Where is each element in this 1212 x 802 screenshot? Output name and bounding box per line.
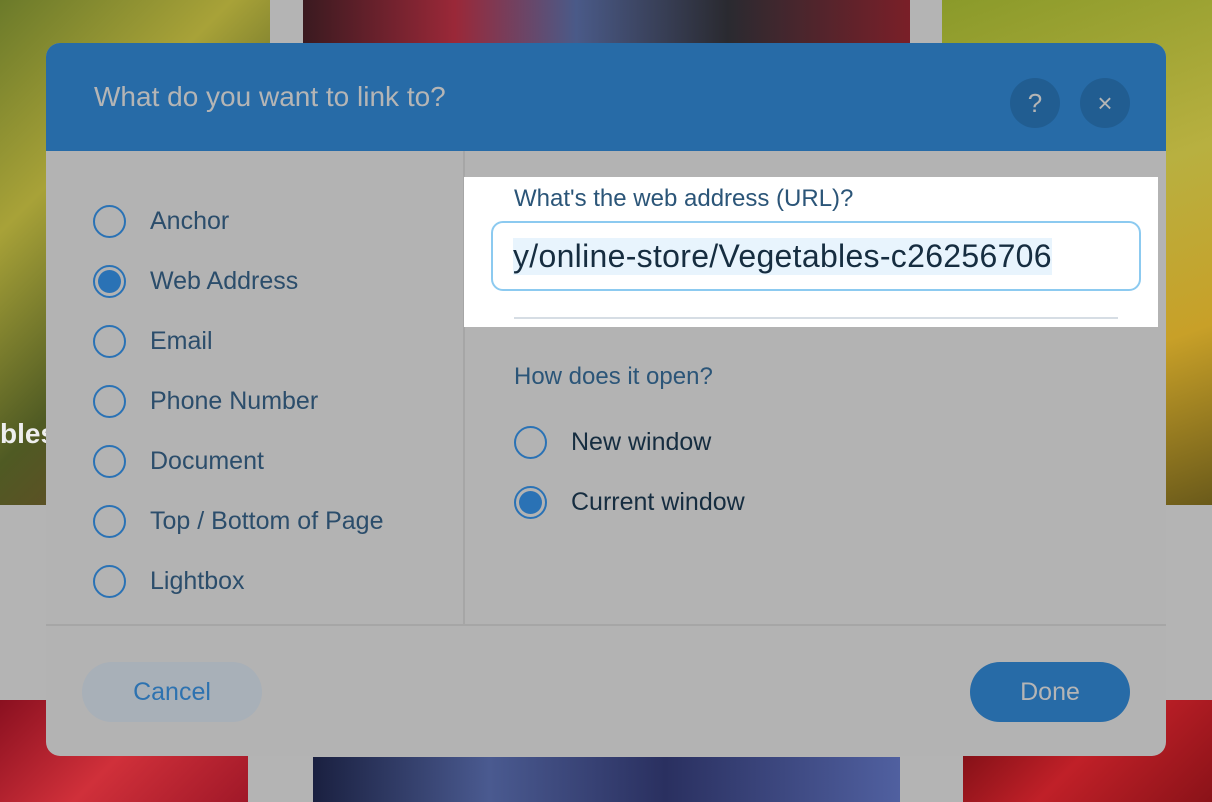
option-label: Top / Bottom of Page (150, 506, 384, 535)
option-label: Email (150, 326, 213, 355)
radio-button[interactable] (93, 504, 126, 538)
option-label: Document (150, 446, 264, 475)
help-button[interactable]: ? (1010, 78, 1060, 128)
link-type-list: Anchor Web Address Email Phone Number Do… (46, 151, 465, 624)
option-label: Lightbox (150, 566, 245, 595)
cancel-button[interactable]: Cancel (82, 662, 262, 722)
close-button[interactable]: × (1080, 78, 1130, 128)
option-label: Phone Number (150, 386, 319, 415)
url-label: What's the web address (URL)? (514, 185, 854, 212)
url-value: y/online-store/Vegetables-c26256706 (513, 237, 1052, 275)
link-type-email[interactable]: Email (46, 311, 463, 371)
open-mode-label: How does it open? (514, 363, 713, 390)
radio-button[interactable] (93, 564, 126, 598)
radio-button[interactable] (93, 264, 126, 298)
option-label: Anchor (150, 206, 230, 235)
background-image-blueberries (313, 757, 900, 802)
option-label: Current window (571, 488, 745, 516)
link-settings-panel: What's the web address (URL)? y/online-s… (464, 151, 1166, 624)
link-type-top-bottom[interactable]: Top / Bottom of Page (46, 491, 463, 551)
question-icon: ? (1027, 87, 1043, 118)
done-button[interactable]: Done (970, 662, 1130, 722)
link-type-web-address[interactable]: Web Address (46, 251, 463, 311)
open-new-window[interactable]: New window (514, 426, 711, 459)
radio-button[interactable] (93, 204, 126, 238)
link-type-lightbox[interactable]: Lightbox (46, 551, 463, 611)
radio-button[interactable] (93, 444, 126, 478)
link-type-document[interactable]: Document (46, 431, 463, 491)
open-current-window[interactable]: Current window (514, 486, 745, 519)
dialog-footer: Cancel Done (46, 624, 1166, 756)
option-label: Web Address (150, 266, 299, 295)
dialog-title: What do you want to link to? (94, 81, 446, 112)
link-type-anchor[interactable]: Anchor (46, 191, 463, 251)
url-section: What's the web address (URL)? y/online-s… (464, 177, 1158, 327)
background-image-berries (303, 0, 910, 45)
link-dialog: What do you want to link to? ? × Anchor … (46, 43, 1166, 756)
option-label: New window (571, 428, 712, 456)
radio-button[interactable] (93, 384, 126, 418)
radio-button[interactable] (514, 426, 547, 459)
close-icon: × (1097, 87, 1113, 118)
divider (514, 317, 1118, 319)
url-input[interactable]: y/online-store/Vegetables-c26256706 (491, 221, 1141, 291)
radio-button[interactable] (93, 324, 126, 358)
dialog-header: What do you want to link to? ? × (46, 43, 1166, 151)
radio-button[interactable] (514, 486, 547, 519)
link-type-phone[interactable]: Phone Number (46, 371, 463, 431)
